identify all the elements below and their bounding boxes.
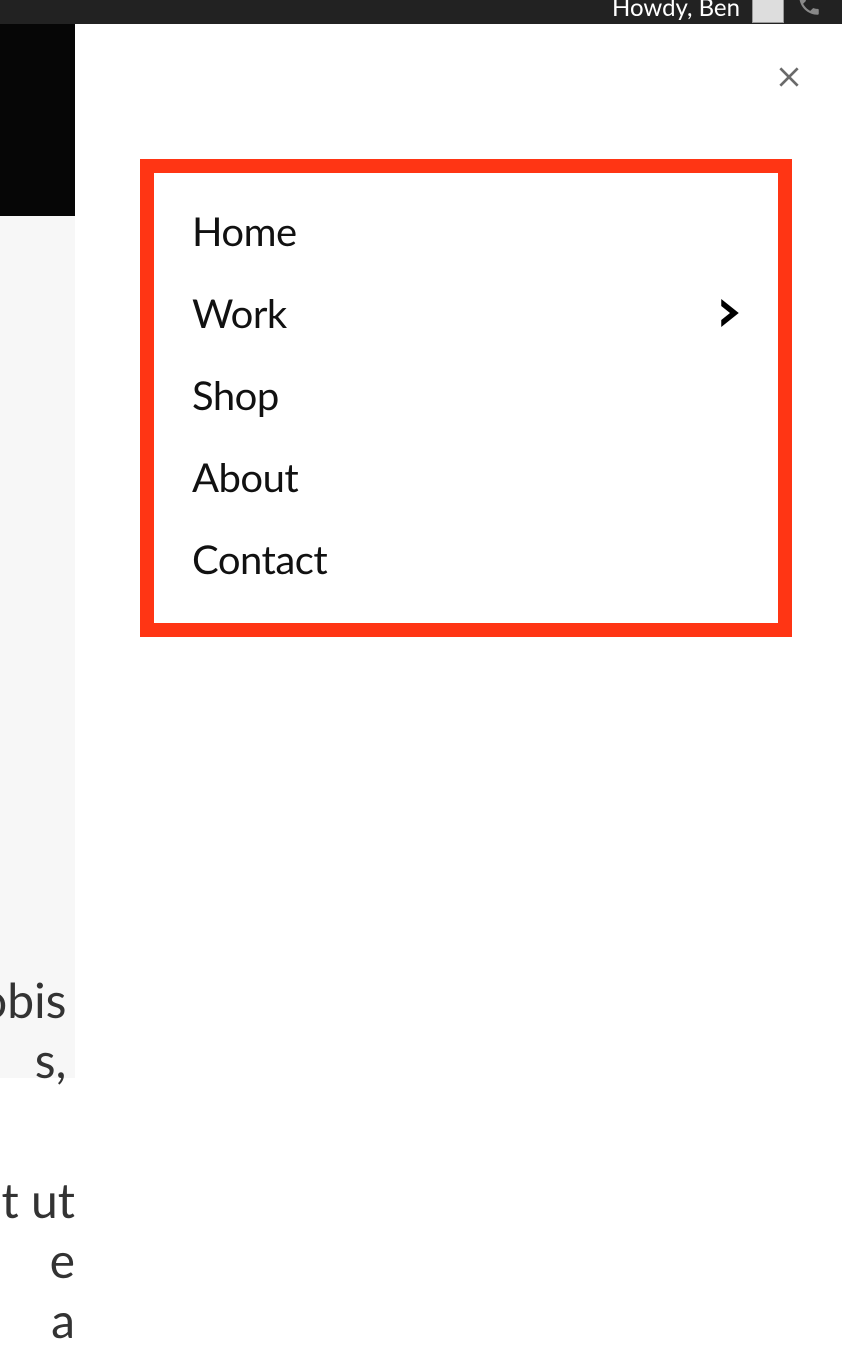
- menu-item-label: Home: [192, 207, 297, 255]
- menu-container: Home Work Shop About Contact: [140, 159, 792, 637]
- avatar-icon[interactable]: [752, 0, 784, 23]
- background-dark-region: [0, 24, 75, 216]
- menu-list: Home Work Shop About Contact: [154, 173, 778, 623]
- background-light-region: obis s, t ut e a: [0, 216, 75, 1078]
- phone-icon[interactable]: [796, 0, 822, 24]
- menu-item-home[interactable]: Home: [192, 173, 740, 255]
- close-icon: [776, 64, 802, 90]
- menu-item-label: Contact: [192, 535, 327, 583]
- bg-text-line: a: [51, 1292, 75, 1349]
- top-bar: Howdy, Ben: [0, 0, 842, 24]
- background-text-fragment: t ut e a: [0, 1171, 75, 1351]
- menu-item-work[interactable]: Work: [192, 255, 740, 337]
- menu-item-label: About: [192, 453, 298, 501]
- bg-text-line: s,: [35, 1032, 67, 1089]
- bg-text-line: obis: [0, 972, 66, 1029]
- bg-text-line: t ut e: [2, 1172, 75, 1289]
- menu-item-about[interactable]: About: [192, 419, 740, 501]
- top-bar-content: Howdy, Ben: [612, 0, 822, 24]
- background-text-fragment: obis s,: [0, 971, 66, 1091]
- user-greeting: Howdy, Ben: [612, 0, 740, 22]
- menu-item-shop[interactable]: Shop: [192, 337, 740, 419]
- chevron-right-icon: [720, 299, 740, 327]
- navigation-drawer: Home Work Shop About Contact: [75, 24, 842, 1078]
- menu-item-label: Shop: [192, 371, 279, 419]
- menu-item-label: Work: [192, 289, 287, 337]
- menu-item-contact[interactable]: Contact: [192, 501, 740, 583]
- close-button[interactable]: [774, 62, 804, 92]
